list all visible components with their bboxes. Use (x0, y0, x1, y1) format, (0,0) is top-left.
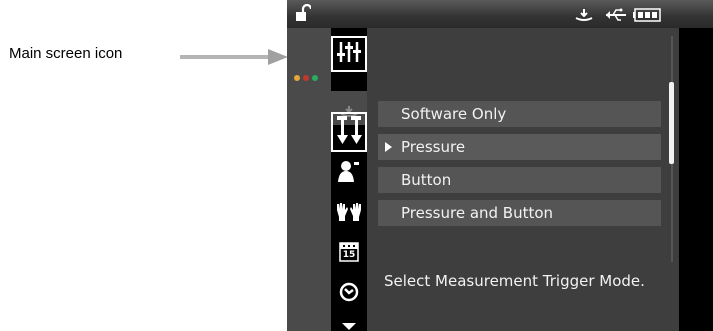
status-dot-green (312, 75, 318, 81)
user-icon (338, 160, 360, 188)
menu-item-pressure-and-button[interactable]: Pressure and Button (378, 200, 661, 226)
calendar-day: 15 (342, 250, 356, 260)
calendar-icon: 15 (339, 242, 359, 262)
hands-button[interactable] (331, 202, 367, 230)
measurement-mode-button[interactable] (331, 112, 367, 152)
user-button[interactable] (331, 160, 367, 188)
status-dot-red (303, 75, 309, 81)
right-panel (679, 28, 713, 331)
help-text: Select Measurement Trigger Mode. (384, 272, 645, 290)
status-dot-yellow (294, 75, 300, 81)
sliders-icon (337, 41, 361, 67)
battery-icon (633, 7, 661, 26)
icon-rail: 15 (331, 28, 367, 331)
menu-item-pressure[interactable]: Pressure (378, 134, 661, 160)
unlock-icon (295, 3, 313, 26)
menu-item-label: Pressure (401, 138, 466, 156)
status-bar (287, 0, 713, 28)
main-screen-button[interactable] (331, 36, 367, 72)
scroll-down-button[interactable] (331, 316, 367, 330)
annotation-label: Main screen icon (9, 45, 123, 62)
chevron-down-icon (342, 316, 356, 330)
measurement-mode-icon (336, 115, 362, 149)
selection-caret-icon (385, 142, 392, 152)
device-screen: 15 Software Only Pressure Button Pressur… (287, 0, 713, 331)
annotation-arrow (180, 49, 288, 65)
menu-item-button[interactable]: Button (378, 167, 661, 193)
scrollbar-thumb[interactable] (669, 82, 674, 164)
hands-icon (335, 202, 363, 230)
menu-item-label: Software Only (401, 105, 507, 123)
menu-item-label: Button (401, 171, 452, 189)
gauge-button[interactable] (331, 282, 367, 308)
gauge-icon (339, 282, 359, 308)
annotation: Main screen icon (0, 0, 290, 331)
left-panel (287, 28, 331, 331)
menu-item-software-only[interactable]: Software Only (378, 101, 661, 127)
usb-icon (605, 7, 627, 26)
calendar-button[interactable]: 15 (331, 242, 367, 268)
menu-item-label: Pressure and Button (401, 204, 554, 222)
calibration-tray-icon (575, 7, 593, 26)
